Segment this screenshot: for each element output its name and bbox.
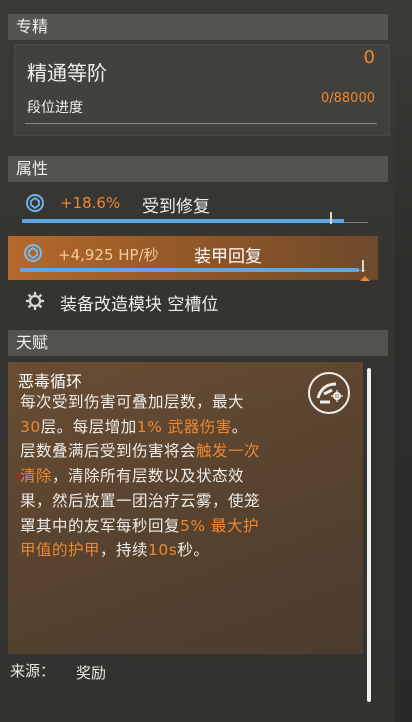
repair-value: +18.6% xyxy=(60,194,121,212)
shield-repair-icon xyxy=(22,242,44,264)
armor-regen-bar-tick xyxy=(362,260,364,272)
section-header-talent: 天赋 xyxy=(8,330,388,356)
talent-desc-part: 层。每层增加 xyxy=(40,417,137,436)
talent-desc-highlight: 30 xyxy=(20,417,41,436)
armor-regen-value: +4,925 HP/秒 xyxy=(58,246,159,264)
talent-desc-part: 秒。 xyxy=(177,541,210,560)
specialization-box: 精通等阶 0 段位进度 0/88000 xyxy=(14,44,390,136)
progress-value: 0/88000 xyxy=(320,91,375,106)
specialization-title: 专精 xyxy=(16,17,49,36)
talent-desc-highlight: 10s xyxy=(148,541,178,560)
armor-regen-bar xyxy=(20,268,359,272)
attribute-row-repair[interactable]: +18.6% 受到修复 xyxy=(14,186,390,232)
talent-desc-highlight: 1% 武器伤害 xyxy=(136,417,232,436)
mod-slot-row[interactable]: 装备改造模块 空槽位 xyxy=(14,284,390,320)
shield-repair-icon xyxy=(24,192,46,214)
source-value: 奖励 xyxy=(76,664,107,682)
talent-scrollbar[interactable] xyxy=(367,368,371,702)
selection-marker xyxy=(360,276,370,281)
attributes-title: 属性 xyxy=(16,159,49,178)
repair-bar-tick xyxy=(330,212,332,224)
repair-bar xyxy=(22,219,344,223)
talent-name: 恶毒循环 xyxy=(18,372,83,391)
armor-regen-label: 装甲回复 xyxy=(194,247,262,267)
progress-track xyxy=(25,123,377,124)
talent-description: 每次受到伤害可叠加层数，最大30层。每层增加1% 武器伤害。层数叠满后受到伤害将… xyxy=(20,390,262,563)
source-row: 来源： 奖励 xyxy=(8,656,363,696)
section-header-attributes: 属性 xyxy=(8,156,388,182)
talent-desc-part: ，持续 xyxy=(100,541,149,560)
vicious-cycle-icon xyxy=(308,372,350,414)
talent-desc-part: 每次受到伤害可叠加层数，最大 xyxy=(20,393,245,411)
mod-slot-label: 装备改造模块 空槽位 xyxy=(60,295,219,315)
attribute-row-armor-regen[interactable]: +4,925 HP/秒 装甲回复 xyxy=(8,236,378,281)
mastery-value: 0 xyxy=(363,47,375,68)
talent-title: 天赋 xyxy=(16,333,49,352)
section-header-specialization: 专精 xyxy=(8,14,388,40)
progress-label: 段位进度 xyxy=(27,100,83,116)
mastery-label: 精通等阶 xyxy=(27,61,107,85)
item-details-panel: 专精 精通等阶 0 段位进度 0/88000 属性 +18.6% 受到修复 +4… xyxy=(0,0,395,722)
gear-icon xyxy=(24,290,46,312)
source-label: 来源： xyxy=(10,662,56,680)
repair-label: 受到修复 xyxy=(142,197,210,217)
